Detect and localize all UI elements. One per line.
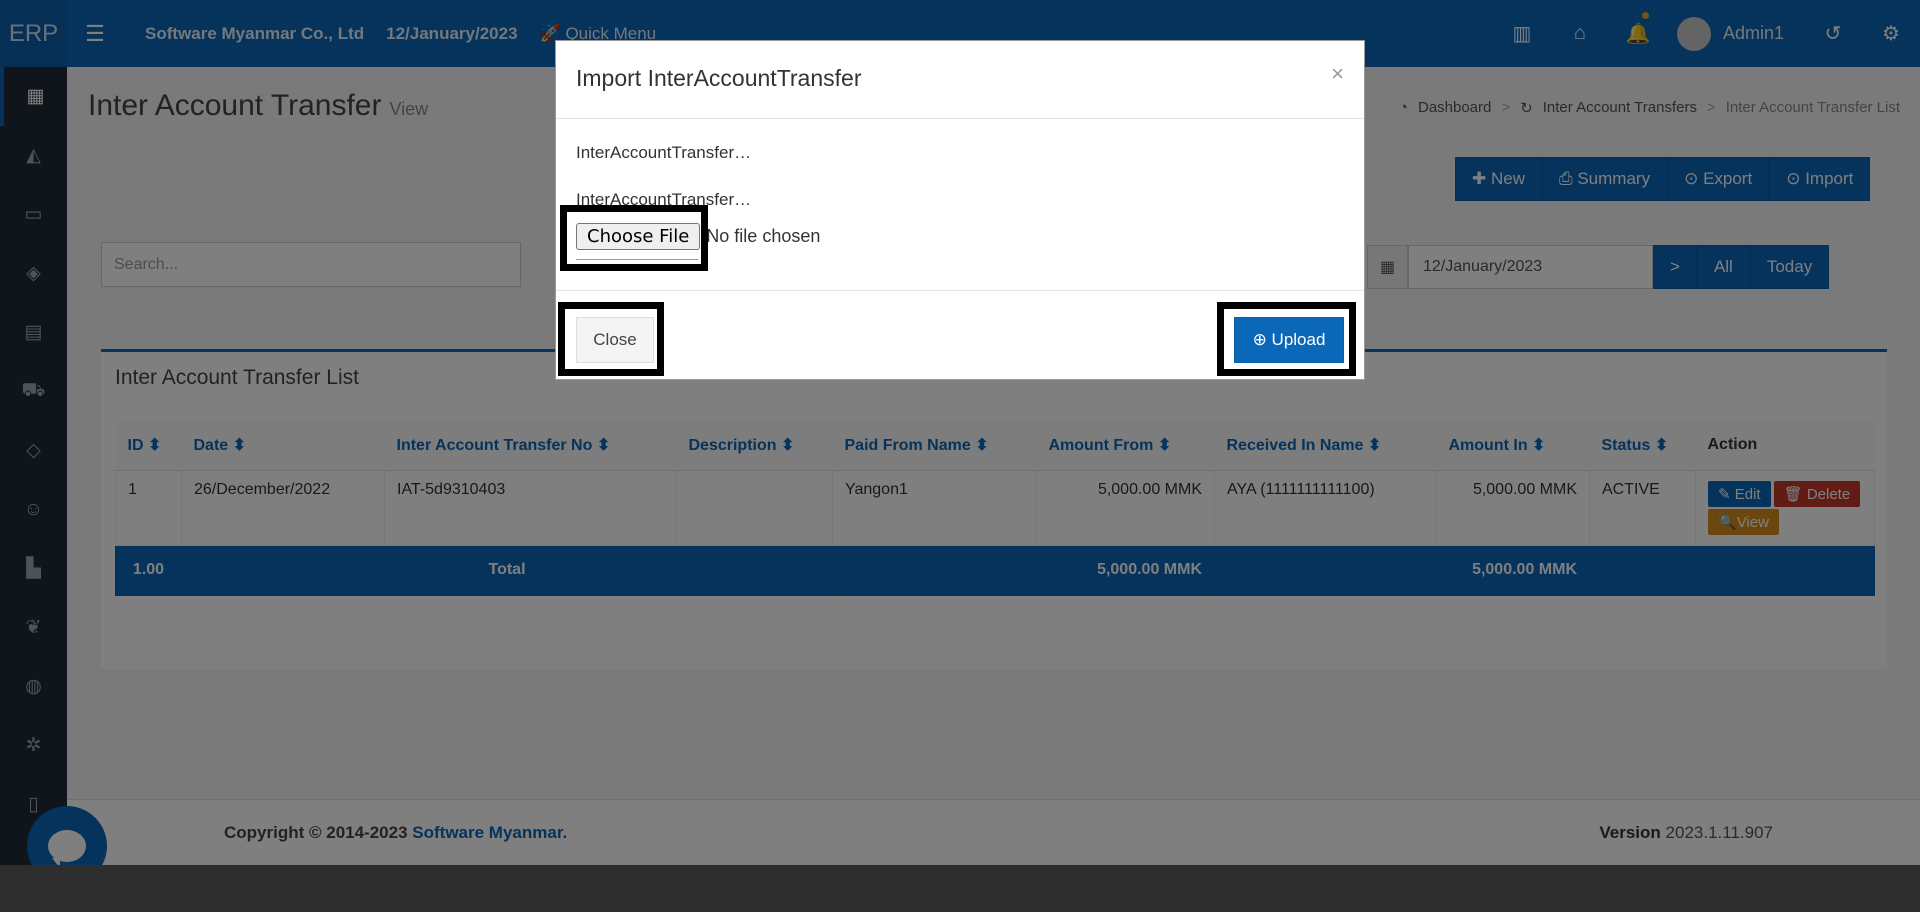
no-file-text: No file chosen — [706, 226, 821, 246]
file-label-1: InterAccountTransfer… — [576, 143, 752, 162]
close-icon[interactable]: × — [1331, 61, 1344, 87]
bottom-strip — [0, 865, 1920, 912]
modal-title: Import InterAccountTransfer — [576, 65, 862, 91]
highlight-close-button — [558, 302, 664, 376]
modal-header: Import InterAccountTransfer × — [556, 41, 1364, 119]
highlight-choose-file — [560, 205, 708, 271]
highlight-upload-button — [1217, 302, 1356, 376]
